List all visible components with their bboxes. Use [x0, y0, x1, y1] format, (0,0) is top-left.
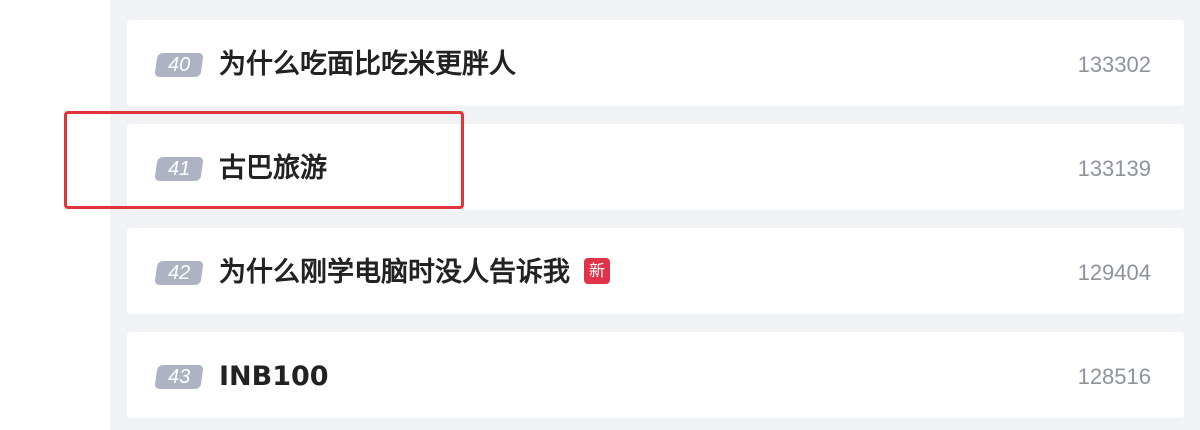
heat-count: 129404	[1077, 260, 1151, 285]
trending-title[interactable]: 为什么吃面比吃米更胖人	[219, 45, 516, 85]
trending-item[interactable]: 43 INB100 128516	[127, 332, 1184, 418]
new-badge: 新	[584, 257, 610, 284]
trending-item[interactable]: 40 为什么吃面比吃米更胖人 133302	[127, 20, 1184, 106]
trending-title[interactable]: 为什么刚学电脑时没人告诉我	[219, 257, 570, 288]
trending-title[interactable]: 古巴旅游	[219, 149, 327, 189]
rank-badge: 41	[154, 157, 204, 181]
trending-title-wrap[interactable]: 为什么刚学电脑时没人告诉我新	[219, 253, 610, 293]
trending-title[interactable]: INB100	[219, 357, 329, 397]
heat-count: 133139	[1077, 156, 1151, 181]
rank-badge: 40	[154, 53, 204, 77]
rank-badge: 42	[154, 261, 204, 285]
trending-item[interactable]: 42 为什么刚学电脑时没人告诉我新 129404	[127, 228, 1184, 314]
heat-count: 128516	[1077, 364, 1151, 389]
rank-badge: 43	[154, 365, 204, 389]
trending-item[interactable]: 41 古巴旅游 133139	[127, 124, 1184, 210]
heat-count: 133302	[1077, 52, 1151, 77]
